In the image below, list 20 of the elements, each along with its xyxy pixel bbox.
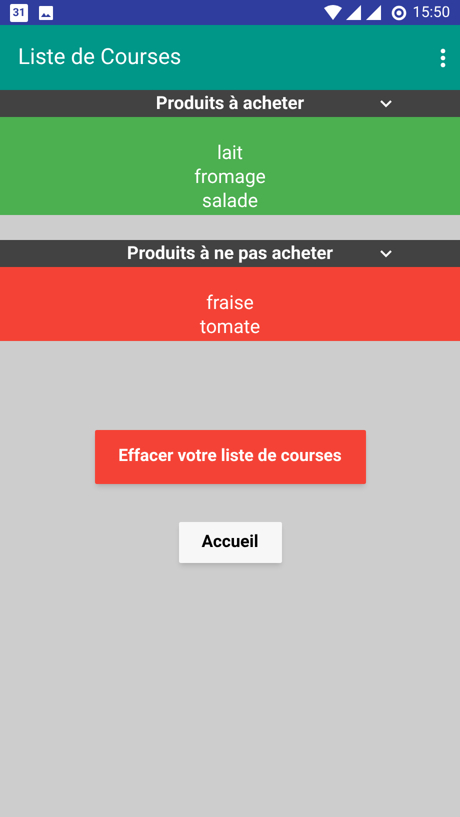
home-button[interactable]: Accueil [178, 522, 282, 563]
app-title: Liste de Courses [18, 44, 182, 72]
image-icon [38, 4, 54, 20]
list-item: fraise [206, 291, 254, 315]
sync-icon [390, 4, 407, 20]
signal-icon [346, 5, 361, 20]
calendar-icon: 31 [10, 4, 28, 22]
clock: 15:50 [412, 2, 450, 24]
overflow-menu-icon[interactable] [440, 48, 446, 68]
chevron-icon [379, 248, 393, 259]
wifi-icon [324, 5, 342, 20]
signal-icon [366, 5, 381, 20]
list-item: tomate [200, 315, 260, 339]
list-item: salade [202, 189, 258, 213]
clear-list-button[interactable]: Effacer votre liste de courses [94, 430, 366, 484]
section-header[interactable]: Produits à ne pas acheter [0, 240, 460, 267]
list-item: lait [217, 141, 243, 165]
chevron-icon [379, 98, 393, 109]
section-header[interactable]: Produits à acheter [0, 90, 460, 117]
list-item: fromage [194, 165, 266, 189]
